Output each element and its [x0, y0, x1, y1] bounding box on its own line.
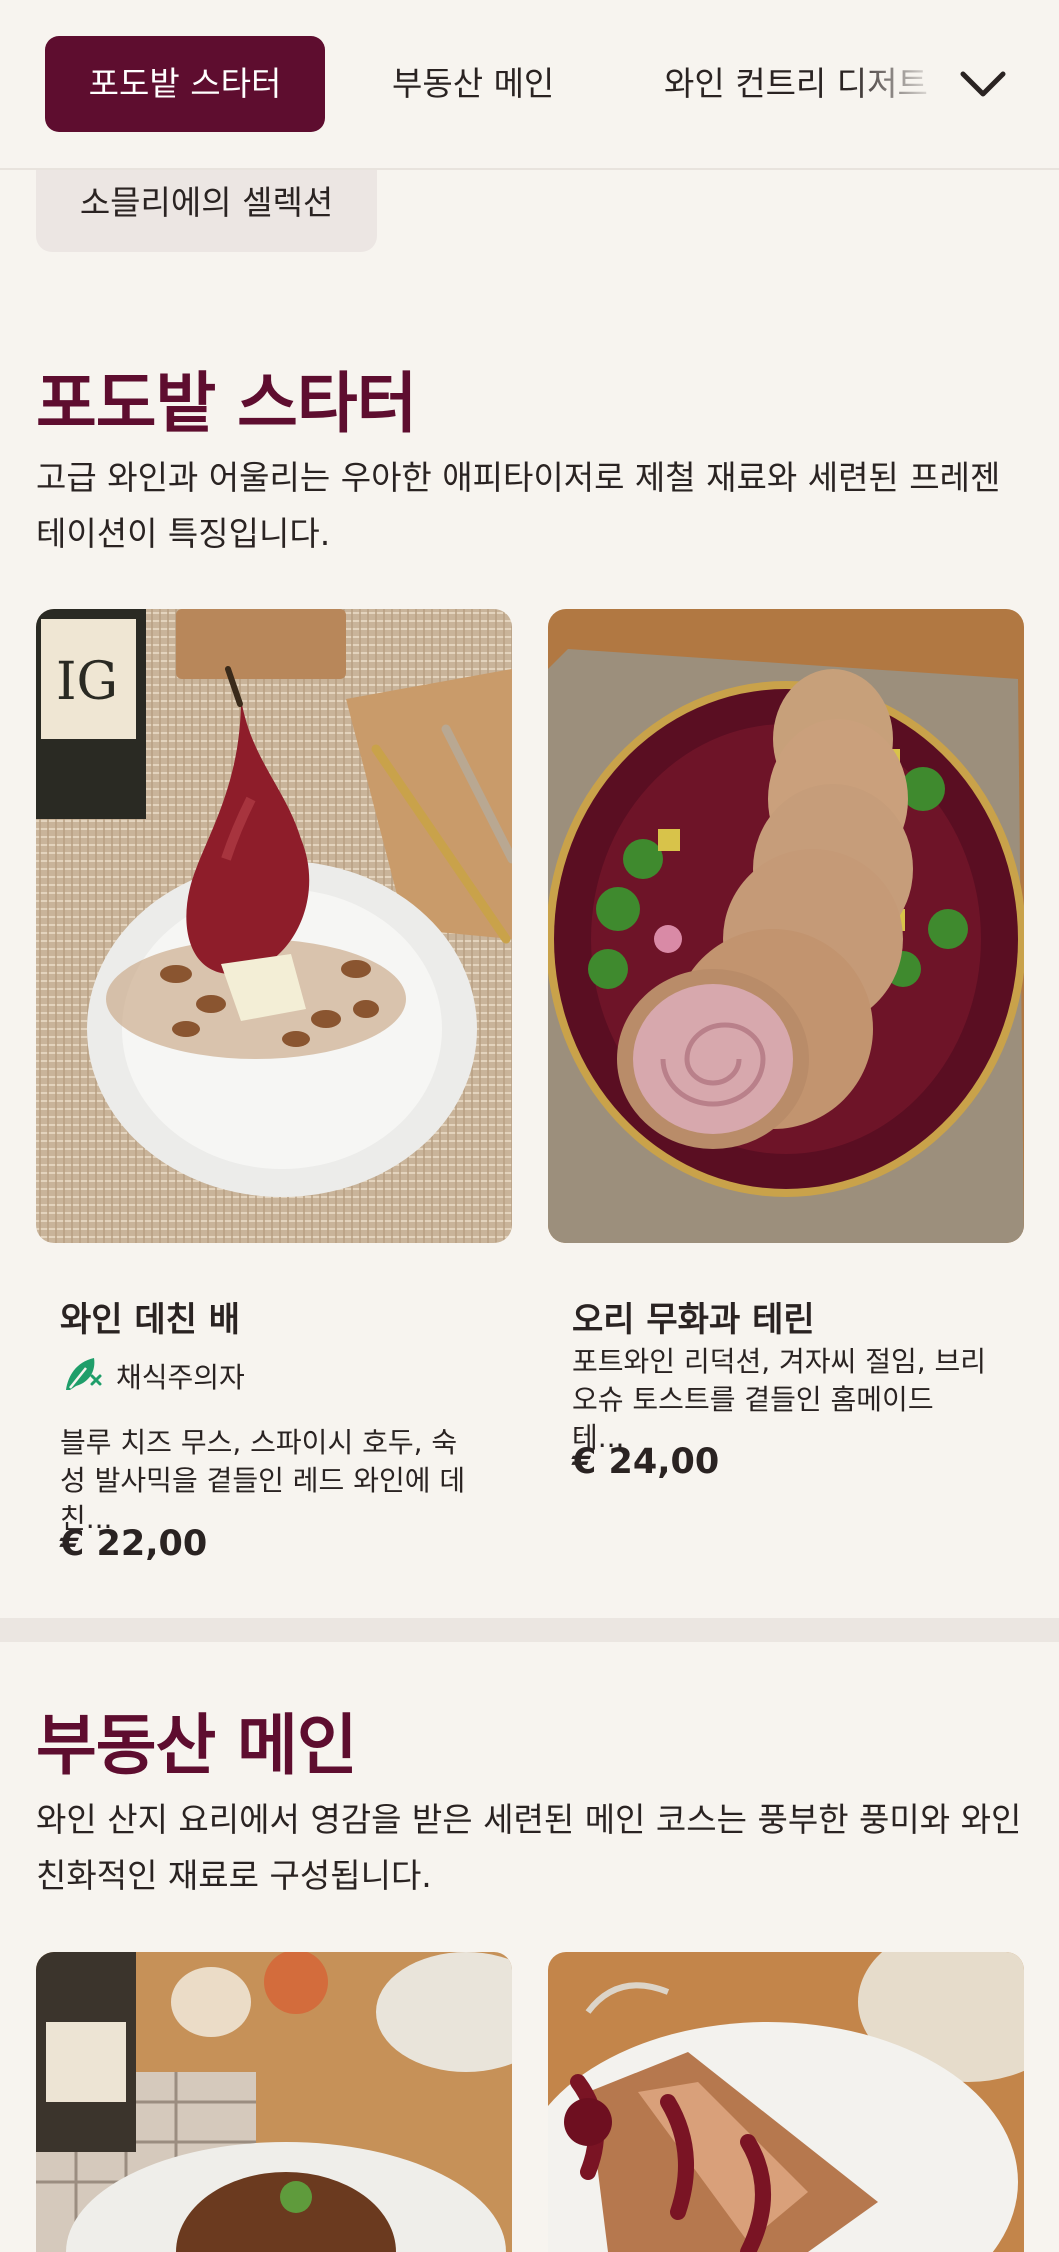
- section-title-starters: 포도밭 스타터: [36, 365, 417, 442]
- dish-image-duck-terrine[interactable]: [548, 609, 1024, 1243]
- category-nav: 포도밭 스타터 부동산 메인 와인 컨트리 디저트: [0, 0, 1059, 170]
- tab-vineyard-starters[interactable]: 포도밭 스타터: [45, 36, 325, 132]
- dish-image-main-1[interactable]: [36, 1952, 512, 2252]
- poached-pear-photo: IG: [36, 609, 512, 1243]
- diet-badge-vegetarian: 채식주의자: [66, 1356, 245, 1396]
- leaf-icon: [66, 1358, 102, 1390]
- diet-label: 채식주의자: [116, 1361, 245, 1394]
- dish-name-poached-pear[interactable]: 와인 데친 배: [60, 1292, 240, 1341]
- dish-name-duck-terrine[interactable]: 오리 무화과 테린: [572, 1292, 815, 1341]
- tab-scroll-fade: [850, 36, 940, 132]
- dish-price-duck-terrine: € 24,00: [572, 1442, 720, 1482]
- dish-price-poached-pear: € 22,00: [60, 1524, 208, 1564]
- tab-estate-mains[interactable]: 부동산 메인: [392, 36, 554, 132]
- dish-description-poached-pear: 블루 치즈 무스, 스파이시 호두, 숙성 발사믹을 곁들인 레드 와인에 데친…: [60, 1426, 466, 1535]
- main-dish-1-photo: [36, 1952, 512, 2252]
- dish-description-duck-terrine: 포트와인 리덕션, 겨자씨 절임, 브리오슈 토스트를 곁들인 홈메이드 테..…: [572, 1345, 987, 1454]
- tab-sommelier-selection[interactable]: 소믈리에의 셀렉션: [36, 160, 377, 252]
- section-title-mains: 부동산 메인: [36, 1707, 358, 1784]
- section-description-mains: 와인 산지 요리에서 영감을 받은 세련된 메인 코스는 풍부한 풍미와 와인 …: [36, 1800, 1022, 1895]
- main-dish-2-photo: [548, 1952, 1024, 2252]
- svg-text:IG: IG: [56, 652, 118, 712]
- duck-terrine-photo: [548, 609, 1024, 1243]
- section-description-starters: 고급 와인과 어울리는 우아한 애피타이저로 제철 재료와 세련된 프레젠테이션…: [36, 458, 1001, 553]
- chevron-down-icon[interactable]: [955, 56, 1011, 112]
- section-divider: [0, 1618, 1059, 1642]
- dish-image-main-2[interactable]: [548, 1952, 1024, 2252]
- dish-image-poached-pear[interactable]: IG: [36, 609, 512, 1243]
